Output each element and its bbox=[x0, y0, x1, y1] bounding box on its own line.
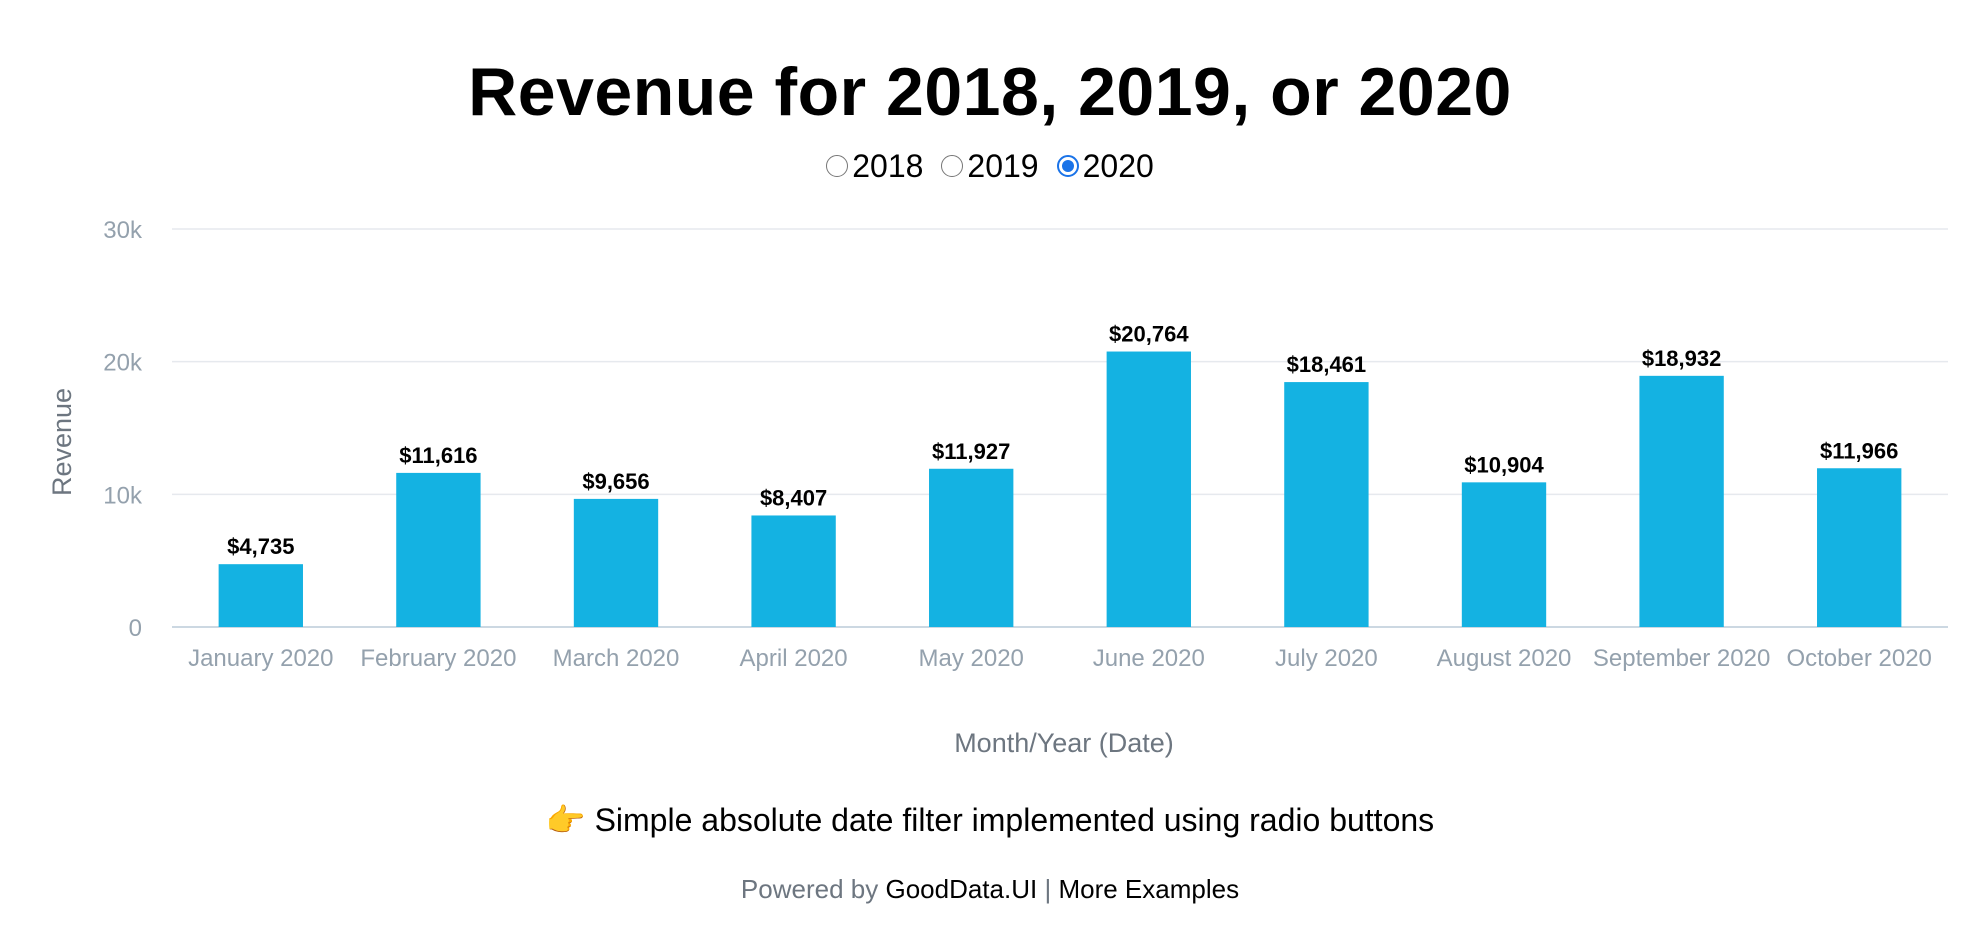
bar bbox=[1106, 351, 1191, 627]
bar bbox=[929, 468, 1014, 627]
y-tick-label: 20k bbox=[103, 350, 143, 377]
data-label: $9,656 bbox=[582, 469, 649, 494]
data-label: $4,735 bbox=[227, 534, 294, 559]
x-tick-label: April 2020 bbox=[740, 645, 848, 672]
bar bbox=[1639, 375, 1724, 627]
data-label: $18,461 bbox=[1287, 352, 1367, 377]
y-tick-label: 0 bbox=[129, 615, 142, 642]
data-label: $20,764 bbox=[1109, 322, 1189, 347]
bar bbox=[396, 472, 481, 627]
x-axis-title: Month/Year (Date) bbox=[954, 728, 1174, 758]
revenue-bar-chart: 0 10k 20k 30k $4,735 January 2020 $11,616 Febru… bbox=[47, 217, 1948, 758]
powered-by-text: Powered by bbox=[740, 874, 879, 904]
gooddata-ui-link[interactable]: GoodData.UI bbox=[885, 874, 1037, 904]
x-tick-label: August 2020 bbox=[1437, 645, 1572, 672]
pointing-hand-icon: 👉 bbox=[545, 802, 586, 838]
more-examples-link[interactable]: More Examples bbox=[1058, 874, 1239, 904]
x-tick-label: January 2020 bbox=[188, 645, 333, 672]
footer: Powered by GoodData.UI | More Examples bbox=[0, 873, 1980, 905]
x-tick-label: October 2020 bbox=[1786, 645, 1931, 672]
bar bbox=[1461, 482, 1547, 627]
bar bbox=[751, 515, 836, 627]
data-label: $11,616 bbox=[399, 443, 477, 468]
x-tick-label: May 2020 bbox=[918, 645, 1023, 672]
x-tick-label: February 2020 bbox=[360, 645, 516, 672]
x-tick-label: September 2020 bbox=[1593, 645, 1770, 672]
x-tick-label: March 2020 bbox=[553, 645, 680, 672]
footer-separator: | bbox=[1044, 874, 1052, 904]
data-label: $11,927 bbox=[932, 439, 1010, 464]
x-tick-label: July 2020 bbox=[1275, 645, 1378, 672]
y-tick-label: 10k bbox=[103, 482, 143, 509]
tip-message: 👉 Simple absolute date filter implemente… bbox=[0, 800, 1980, 840]
tip-text: Simple absolute date filter implemented … bbox=[594, 802, 1435, 838]
bar bbox=[218, 564, 303, 627]
data-label: $18,932 bbox=[1642, 346, 1722, 371]
bar bbox=[1817, 468, 1902, 627]
data-label: $11,966 bbox=[1820, 438, 1898, 463]
bar bbox=[1284, 382, 1369, 627]
bar bbox=[573, 498, 659, 627]
data-label: $10,904 bbox=[1464, 452, 1544, 477]
y-tick-label: 30k bbox=[103, 217, 143, 244]
data-label: $8,407 bbox=[760, 485, 827, 510]
y-axis-title: Revenue bbox=[47, 388, 77, 496]
x-tick-label: June 2020 bbox=[1093, 645, 1205, 672]
